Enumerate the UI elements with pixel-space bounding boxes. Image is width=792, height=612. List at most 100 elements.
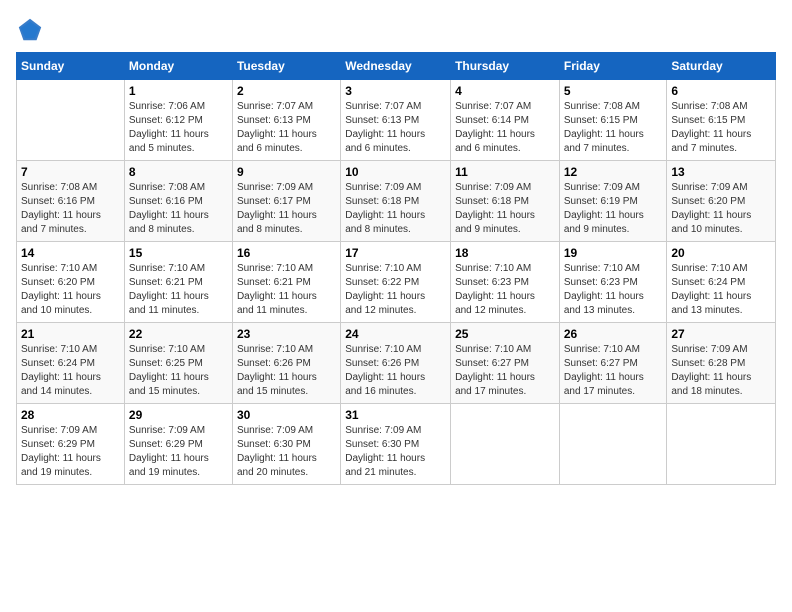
day-sun-info: Sunrise: 7:08 AM Sunset: 6:16 PM Dayligh…: [129, 181, 228, 237]
day-number: 13: [671, 165, 771, 179]
day-of-week-header: Saturday: [667, 53, 776, 80]
calendar-day-cell: 6 Sunrise: 7:08 AM Sunset: 6:15 PM Daylig…: [667, 80, 776, 161]
day-of-week-header: Tuesday: [232, 53, 340, 80]
calendar-day-cell: 11 Sunrise: 7:09 AM Sunset: 6:18 PM Dayli…: [451, 161, 560, 242]
day-sun-info: Sunrise: 7:10 AM Sunset: 6:23 PM Dayligh…: [455, 262, 555, 318]
day-sun-info: Sunrise: 7:09 AM Sunset: 6:29 PM Dayligh…: [129, 424, 228, 480]
calendar-day-cell: [451, 404, 560, 485]
calendar-day-cell: 3Sunrise: 7:07 AM Sunset: 6:13 PM Daylig…: [341, 80, 451, 161]
day-number: 29: [129, 408, 228, 422]
day-sun-info: Sunrise: 7:09 AM Sunset: 6:18 PM Dayligh…: [345, 181, 446, 237]
day-sun-info: Sunrise: 7:10 AM Sunset: 6:26 PM Dayligh…: [237, 343, 336, 399]
calendar-day-cell: 23 Sunrise: 7:10 AM Sunset: 6:26 PM Dayli…: [232, 323, 340, 404]
day-number: 23: [237, 327, 336, 341]
day-sun-info: Sunrise: 7:08 AM Sunset: 6:16 PM Dayligh…: [21, 181, 120, 237]
day-number: 21: [21, 327, 120, 341]
calendar-day-cell: 27 Sunrise: 7:09 AM Sunset: 6:28 PM Dayli…: [667, 323, 776, 404]
day-sun-info: Sunrise: 7:10 AM Sunset: 6:23 PM Dayligh…: [564, 262, 663, 318]
day-sun-info: Sunrise: 7:08 AM Sunset: 6:15 PM Dayligh…: [564, 100, 663, 156]
day-sun-info: Sunrise: 7:07 AM Sunset: 6:13 PM Dayligh…: [345, 100, 446, 156]
day-sun-info: Sunrise: 7:09 AM Sunset: 6:30 PM Dayligh…: [345, 424, 446, 480]
calendar-day-cell: [667, 404, 776, 485]
day-number: 2: [237, 84, 336, 98]
calendar-day-cell: 20Sunrise: 7:10 AM Sunset: 6:24 PM Dayli…: [667, 242, 776, 323]
day-sun-info: Sunrise: 7:09 AM Sunset: 6:18 PM Dayligh…: [455, 181, 555, 237]
day-sun-info: Sunrise: 7:10 AM Sunset: 6:26 PM Dayligh…: [345, 343, 446, 399]
day-sun-info: Sunrise: 7:09 AM Sunset: 6:28 PM Dayligh…: [671, 343, 771, 399]
calendar-day-cell: 10Sunrise: 7:09 AM Sunset: 6:18 PM Dayli…: [341, 161, 451, 242]
calendar-day-cell: 25Sunrise: 7:10 AM Sunset: 6:27 PM Dayli…: [451, 323, 560, 404]
calendar-table: SundayMondayTuesdayWednesdayThursdayFrid…: [16, 52, 776, 485]
day-number: 6: [671, 84, 771, 98]
day-of-week-header: Thursday: [451, 53, 560, 80]
day-number: 24: [345, 327, 446, 341]
day-sun-info: Sunrise: 7:10 AM Sunset: 6:24 PM Dayligh…: [671, 262, 771, 318]
calendar-body: 1 Sunrise: 7:06 AM Sunset: 6:12 PM Daylig…: [17, 80, 776, 485]
day-sun-info: Sunrise: 7:08 AM Sunset: 6:15 PM Dayligh…: [671, 100, 771, 156]
day-number: 4: [455, 84, 555, 98]
day-number: 5: [564, 84, 663, 98]
day-sun-info: Sunrise: 7:09 AM Sunset: 6:17 PM Dayligh…: [237, 181, 336, 237]
calendar-header-row: SundayMondayTuesdayWednesdayThursdayFrid…: [17, 53, 776, 80]
day-of-week-header: Sunday: [17, 53, 125, 80]
day-sun-info: Sunrise: 7:07 AM Sunset: 6:13 PM Dayligh…: [237, 100, 336, 156]
calendar-day-cell: 13 Sunrise: 7:09 AM Sunset: 6:20 PM Dayli…: [667, 161, 776, 242]
calendar-day-cell: [559, 404, 667, 485]
calendar-day-cell: 22Sunrise: 7:10 AM Sunset: 6:25 PM Dayli…: [124, 323, 232, 404]
day-number: 18: [455, 246, 555, 260]
calendar-day-cell: 12 Sunrise: 7:09 AM Sunset: 6:19 PM Dayli…: [559, 161, 667, 242]
day-sun-info: Sunrise: 7:09 AM Sunset: 6:19 PM Dayligh…: [564, 181, 663, 237]
day-number: 8: [129, 165, 228, 179]
calendar-day-cell: 16Sunrise: 7:10 AM Sunset: 6:21 PM Dayli…: [232, 242, 340, 323]
calendar-day-cell: 8 Sunrise: 7:08 AM Sunset: 6:16 PM Daylig…: [124, 161, 232, 242]
calendar-week-row: 21 Sunrise: 7:10 AM Sunset: 6:24 PM Dayli…: [17, 323, 776, 404]
day-number: 12: [564, 165, 663, 179]
page-header: [16, 16, 776, 44]
logo: [16, 16, 48, 44]
calendar-day-cell: 1 Sunrise: 7:06 AM Sunset: 6:12 PM Daylig…: [124, 80, 232, 161]
day-of-week-header: Wednesday: [341, 53, 451, 80]
day-number: 22: [129, 327, 228, 341]
day-number: 27: [671, 327, 771, 341]
calendar-day-cell: 9 Sunrise: 7:09 AM Sunset: 6:17 PM Daylig…: [232, 161, 340, 242]
day-of-week-header: Friday: [559, 53, 667, 80]
day-number: 31: [345, 408, 446, 422]
calendar-day-cell: 5 Sunrise: 7:08 AM Sunset: 6:15 PM Daylig…: [559, 80, 667, 161]
day-sun-info: Sunrise: 7:09 AM Sunset: 6:20 PM Dayligh…: [671, 181, 771, 237]
day-number: 15: [129, 246, 228, 260]
calendar-week-row: 14 Sunrise: 7:10 AM Sunset: 6:20 PM Dayli…: [17, 242, 776, 323]
calendar-day-cell: 15 Sunrise: 7:10 AM Sunset: 6:21 PM Dayli…: [124, 242, 232, 323]
day-number: 14: [21, 246, 120, 260]
day-number: 25: [455, 327, 555, 341]
calendar-day-cell: 19 Sunrise: 7:10 AM Sunset: 6:23 PM Dayli…: [559, 242, 667, 323]
day-sun-info: Sunrise: 7:09 AM Sunset: 6:29 PM Dayligh…: [21, 424, 120, 480]
day-sun-info: Sunrise: 7:10 AM Sunset: 6:22 PM Dayligh…: [345, 262, 446, 318]
calendar-day-cell: 21 Sunrise: 7:10 AM Sunset: 6:24 PM Dayli…: [17, 323, 125, 404]
calendar-day-cell: 28 Sunrise: 7:09 AM Sunset: 6:29 PM Dayli…: [17, 404, 125, 485]
day-sun-info: Sunrise: 7:09 AM Sunset: 6:30 PM Dayligh…: [237, 424, 336, 480]
day-number: 30: [237, 408, 336, 422]
day-number: 7: [21, 165, 120, 179]
day-number: 1: [129, 84, 228, 98]
day-sun-info: Sunrise: 7:10 AM Sunset: 6:20 PM Dayligh…: [21, 262, 120, 318]
calendar-day-cell: 30 Sunrise: 7:09 AM Sunset: 6:30 PM Dayli…: [232, 404, 340, 485]
day-sun-info: Sunrise: 7:10 AM Sunset: 6:21 PM Dayligh…: [129, 262, 228, 318]
calendar-day-cell: 31 Sunrise: 7:09 AM Sunset: 6:30 PM Dayli…: [341, 404, 451, 485]
day-number: 9: [237, 165, 336, 179]
calendar-day-cell: 2 Sunrise: 7:07 AM Sunset: 6:13 PM Daylig…: [232, 80, 340, 161]
calendar-day-cell: 26 Sunrise: 7:10 AM Sunset: 6:27 PM Dayli…: [559, 323, 667, 404]
calendar-day-cell: 17 Sunrise: 7:10 AM Sunset: 6:22 PM Dayli…: [341, 242, 451, 323]
day-sun-info: Sunrise: 7:06 AM Sunset: 6:12 PM Dayligh…: [129, 100, 228, 156]
day-sun-info: Sunrise: 7:10 AM Sunset: 6:21 PM Dayligh…: [237, 262, 336, 318]
day-number: 19: [564, 246, 663, 260]
calendar-day-cell: 14 Sunrise: 7:10 AM Sunset: 6:20 PM Dayli…: [17, 242, 125, 323]
logo-icon: [16, 16, 44, 44]
day-number: 11: [455, 165, 555, 179]
day-sun-info: Sunrise: 7:10 AM Sunset: 6:27 PM Dayligh…: [564, 343, 663, 399]
calendar-day-cell: 29 Sunrise: 7:09 AM Sunset: 6:29 PM Dayli…: [124, 404, 232, 485]
day-sun-info: Sunrise: 7:10 AM Sunset: 6:24 PM Dayligh…: [21, 343, 120, 399]
day-number: 28: [21, 408, 120, 422]
day-number: 17: [345, 246, 446, 260]
day-number: 26: [564, 327, 663, 341]
calendar-day-cell: [17, 80, 125, 161]
